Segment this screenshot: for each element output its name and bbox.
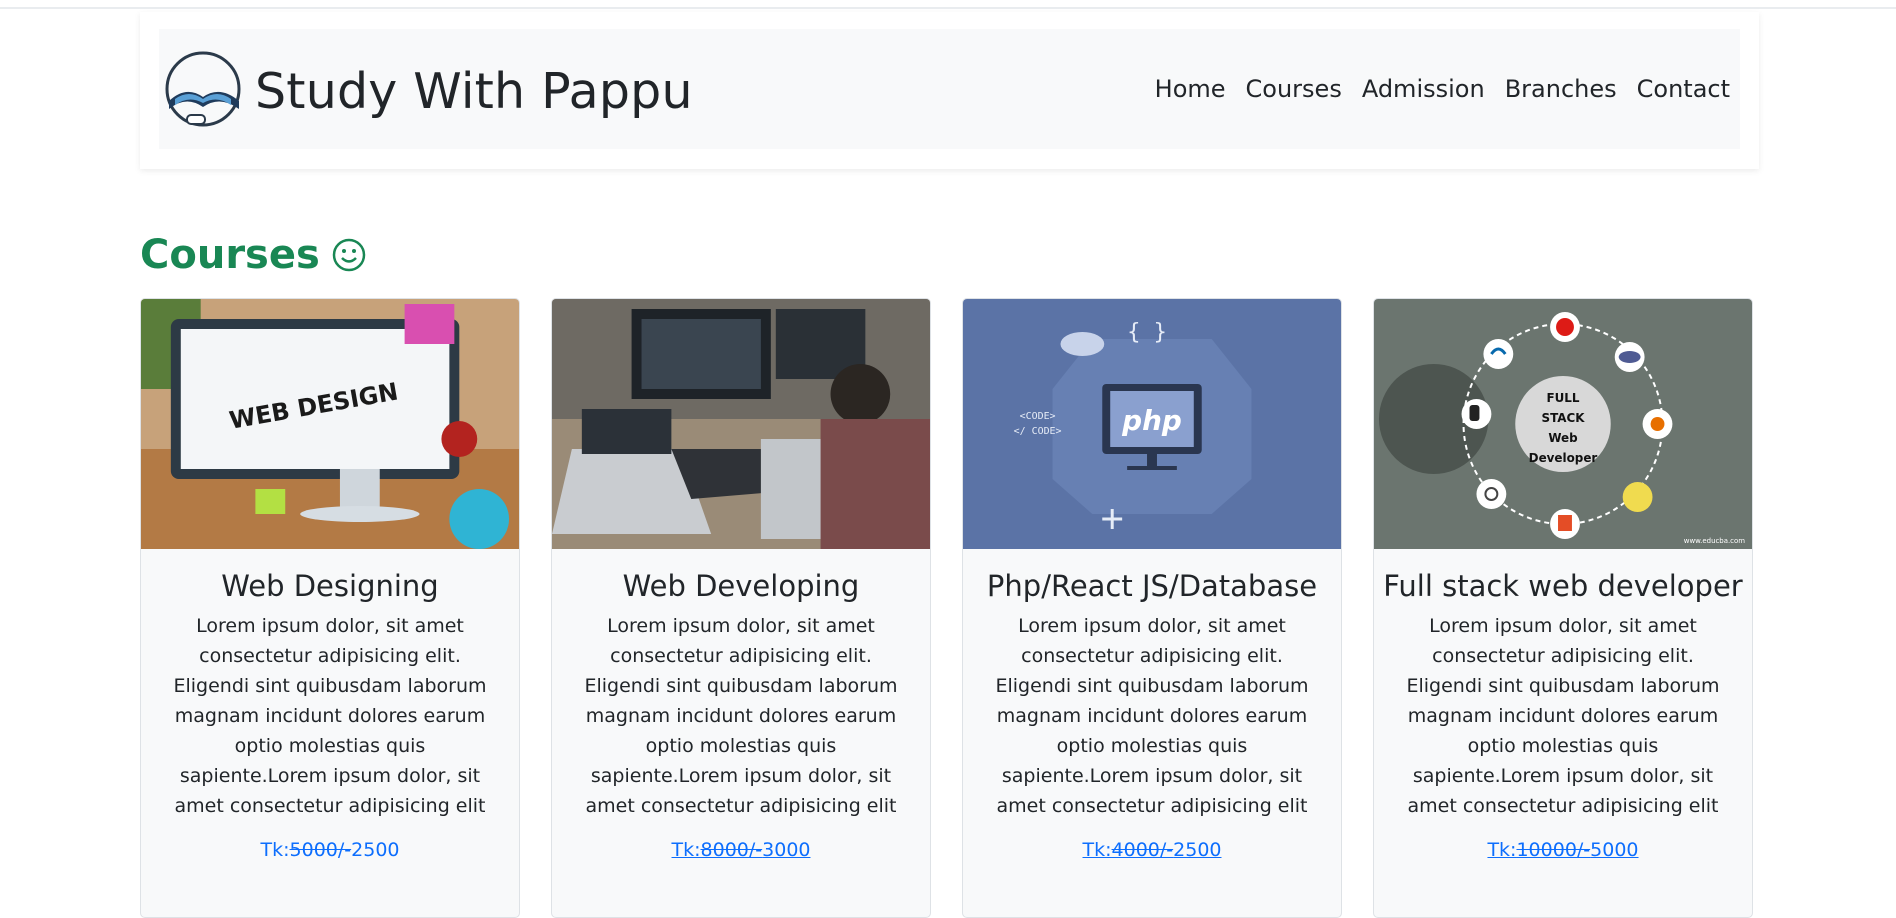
brand-title: Study With Pappu — [255, 62, 693, 120]
course-description: Lorem ipsum dolor, sit amet consectetur … — [995, 615, 1309, 817]
code-text: <CODE> — [1020, 411, 1056, 422]
new-price: 2500 — [1173, 839, 1222, 861]
full-stack-line-3: Web — [1548, 431, 1578, 445]
course-title: Web Designing — [221, 569, 439, 603]
nav-admission[interactable]: Admission — [1362, 75, 1485, 103]
course-price-link[interactable]: Tk:4000/-2500 — [963, 839, 1341, 861]
nav-home[interactable]: Home — [1155, 75, 1226, 103]
book-logo-icon — [165, 51, 241, 127]
old-price: 10000/- — [1516, 839, 1591, 861]
full-stack-line-4: Developer — [1529, 451, 1598, 465]
old-price: 4000/- — [1111, 839, 1174, 861]
new-price: 2500 — [351, 839, 400, 861]
course-description: Lorem ipsum dolor, sit amet consectetur … — [584, 615, 898, 817]
code-text-2: </ CODE> — [1014, 426, 1062, 437]
php-image: php <CODE> </ CODE> { } — [963, 299, 1341, 549]
image-credit: www.educba.com — [1684, 537, 1745, 545]
price-prefix: Tk: — [1487, 839, 1517, 861]
brand[interactable]: Study With Pappu — [161, 49, 693, 133]
price-prefix: Tk: — [1082, 839, 1112, 861]
price-prefix: Tk: — [260, 839, 290, 861]
course-cards: WEB DESIGN Web Designing Lorem ipsum dol… — [140, 298, 1759, 918]
header-container: Study With Pappu Home Courses Admission … — [140, 12, 1759, 169]
course-title: Web Developing — [622, 569, 860, 603]
full-stack-image: FULL STACK Web Developer www.educba.com — [1374, 299, 1752, 549]
nav-contact[interactable]: Contact — [1637, 75, 1730, 103]
course-card: WEB DESIGN Web Designing Lorem ipsum dol… — [140, 298, 520, 918]
nav-branches[interactable]: Branches — [1505, 75, 1617, 103]
course-card: FULL STACK Web Developer www.educba.com … — [1373, 298, 1753, 918]
web-design-image: WEB DESIGN — [141, 299, 519, 549]
course-title: Full stack web developer — [1383, 569, 1743, 603]
course-price-link[interactable]: Tk:8000/-3000 — [552, 839, 930, 861]
price-prefix: Tk: — [671, 839, 701, 861]
courses-heading: Courses — [140, 232, 366, 278]
top-divider — [0, 7, 1896, 9]
courses-heading-text: Courses — [140, 232, 320, 278]
smiley-icon — [332, 238, 366, 272]
course-card: php <CODE> </ CODE> { } Php/React JS/Dat… — [962, 298, 1342, 918]
full-stack-line-2: STACK — [1541, 411, 1585, 425]
course-price-link[interactable]: Tk:10000/-5000 — [1374, 839, 1752, 861]
course-title: Php/React JS/Database — [986, 569, 1318, 603]
course-price-link[interactable]: Tk:5000/-2500 — [141, 839, 519, 861]
php-image-text: php — [1121, 404, 1182, 437]
nav-menu: Home Courses Admission Branches Contact — [1155, 75, 1730, 103]
course-description: Lorem ipsum dolor, sit amet consectetur … — [173, 615, 487, 817]
full-stack-line-1: FULL — [1546, 391, 1579, 405]
nav-courses[interactable]: Courses — [1246, 75, 1342, 103]
new-price: 5000 — [1590, 839, 1639, 861]
navbar: Study With Pappu Home Courses Admission … — [159, 29, 1740, 149]
web-developing-image — [552, 299, 930, 549]
old-price: 5000/- — [289, 839, 352, 861]
old-price: 8000/- — [700, 839, 763, 861]
new-price: 3000 — [762, 839, 811, 861]
svg-text:{ }: { } — [1127, 320, 1167, 345]
course-description: Lorem ipsum dolor, sit amet consectetur … — [1406, 615, 1720, 817]
course-card: Web Developing Lorem ipsum dolor, sit am… — [551, 298, 931, 918]
